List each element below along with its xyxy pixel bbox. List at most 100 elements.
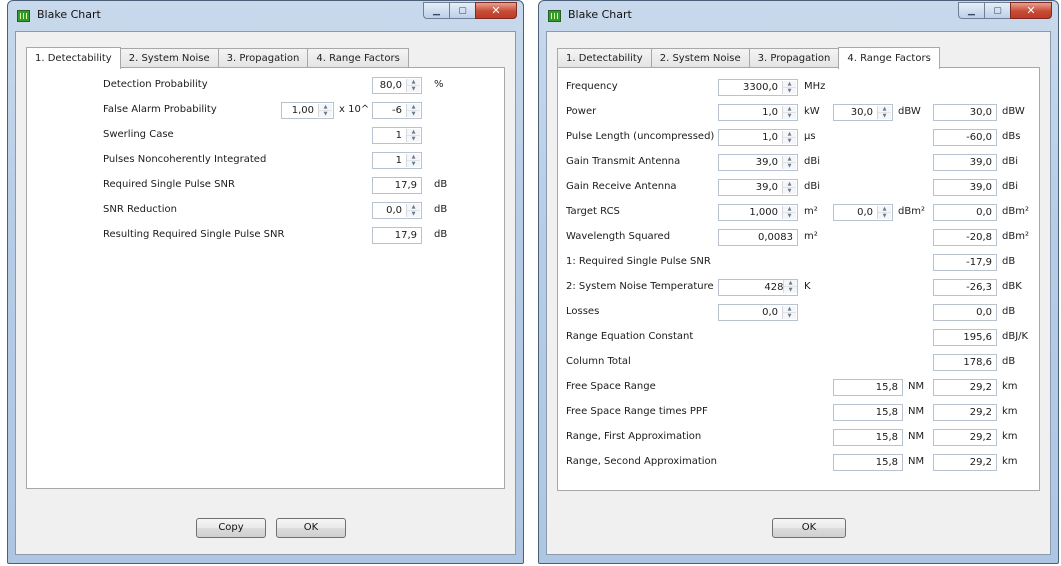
unit-label: km xyxy=(1002,381,1018,392)
close-icon[interactable]: ✕ xyxy=(475,2,517,19)
tab-range-factors[interactable]: 4. Range Factors xyxy=(307,48,409,68)
minimize-icon[interactable]: ▁ xyxy=(958,2,984,19)
unit-label: dBm² xyxy=(898,206,925,217)
spinner-arrows-icon[interactable]: ▲ ▼ xyxy=(406,79,420,92)
swerling-case-field[interactable]: 1 ▲ ▼ xyxy=(372,127,422,144)
spinner-arrows-icon[interactable]: ▲ ▼ xyxy=(782,206,796,219)
false-alarm-mantissa-field[interactable]: 1,00 ▲ ▼ xyxy=(281,102,334,119)
target-rcs-result: 0,0 xyxy=(933,204,997,221)
range-factors-panel: Frequency 3300,0 ▲ ▼ MHz Power 1,0 ▲ ▼ kW 30… xyxy=(557,67,1040,491)
caption-buttons: ▁ ▢ ✕ xyxy=(423,2,517,19)
free-space-range-km: 29,2 xyxy=(933,379,997,396)
spinner-arrows-icon[interactable]: ▲ ▼ xyxy=(782,306,796,319)
caption-buttons: ▁ ▢ ✕ xyxy=(958,2,1052,19)
copy-button[interactable]: Copy xyxy=(196,518,266,538)
ok-button[interactable]: OK xyxy=(276,518,346,538)
maximize-icon[interactable]: ▢ xyxy=(449,2,475,19)
unit-label: dBi xyxy=(804,156,820,167)
unit-label: km xyxy=(1002,456,1018,467)
row-label: Required Single Pulse SNR xyxy=(103,179,235,190)
unit-label: km xyxy=(1002,431,1018,442)
spinner-arrows-icon[interactable]: ▲ ▼ xyxy=(783,280,797,293)
blake-chart-window-range-factors: Blake Chart ▁ ▢ ✕ 1. Detectability 2. Sy… xyxy=(538,0,1059,564)
tab-system-noise[interactable]: 2. System Noise xyxy=(650,48,750,68)
spinner-arrows-icon[interactable]: ▲ ▼ xyxy=(877,206,891,219)
maximize-icon[interactable]: ▢ xyxy=(984,2,1010,19)
title-bar[interactable]: Blake Chart ▁ ▢ ✕ xyxy=(539,1,1058,31)
tab-range-factors[interactable]: 4. Range Factors xyxy=(838,47,940,69)
pulse-length-field[interactable]: 1,0 ▲ ▼ xyxy=(718,129,798,146)
pulses-integrated-field[interactable]: 1 ▲ ▼ xyxy=(372,152,422,169)
range-first-approx-km: 29,2 xyxy=(933,429,997,446)
unit-label: dB xyxy=(434,229,448,240)
unit-label: dB xyxy=(434,204,448,215)
free-space-range-nm: 15,8 xyxy=(833,379,903,396)
row-label: 2: System Noise Temperature xyxy=(566,281,714,292)
unit-label: dBm² xyxy=(1002,206,1029,217)
spinner-arrows-icon[interactable]: ▲ ▼ xyxy=(782,81,796,94)
gain-transmit-field[interactable]: 39,0 ▲ ▼ xyxy=(718,154,798,171)
dialog-client-area: 1. Detectability 2. System Noise 3. Prop… xyxy=(546,31,1051,555)
required-snr-field: 17,9 xyxy=(372,177,422,194)
pulse-length-result: -60,0 xyxy=(933,129,997,146)
row-label: Wavelength Squared xyxy=(566,231,671,242)
row-label: Gain Receive Antenna xyxy=(566,181,677,192)
target-rcs-field[interactable]: 1,000 ▲ ▼ xyxy=(718,204,798,221)
snr-reduction-field[interactable]: 0,0 ▲ ▼ xyxy=(372,202,422,219)
spinner-arrows-icon[interactable]: ▲ ▼ xyxy=(406,154,420,167)
row-label: Free Space Range times PPF xyxy=(566,406,708,417)
resulting-snr-field: 17,9 xyxy=(372,227,422,244)
free-space-range-ppf-km: 29,2 xyxy=(933,404,997,421)
row-label: Detection Probability xyxy=(103,79,208,90)
unit-label: K xyxy=(804,281,811,292)
gain-receive-field[interactable]: 39,0 ▲ ▼ xyxy=(718,179,798,196)
losses-field[interactable]: 0,0 ▲ ▼ xyxy=(718,304,798,321)
unit-label: % xyxy=(434,79,444,90)
row-label: Target RCS xyxy=(566,206,620,217)
unit-label: NM xyxy=(908,381,925,392)
range-second-approx-km: 29,2 xyxy=(933,454,997,471)
tab-detectability[interactable]: 1. Detectability xyxy=(557,48,652,68)
tab-strip: 1. Detectability 2. System Noise 3. Prop… xyxy=(557,46,940,69)
unit-label: NM xyxy=(908,456,925,467)
tab-propagation[interactable]: 3. Propagation xyxy=(748,48,840,68)
row-label: Gain Transmit Antenna xyxy=(566,156,681,167)
power-field[interactable]: 1,0 ▲ ▼ xyxy=(718,104,798,121)
minimize-icon[interactable]: ▁ xyxy=(423,2,449,19)
wavelength-squared-field: 0,0083 xyxy=(718,229,798,246)
ok-button[interactable]: OK xyxy=(772,518,846,538)
row-label: Losses xyxy=(566,306,600,317)
frequency-field[interactable]: 3300,0 ▲ ▼ xyxy=(718,79,798,96)
unit-label: km xyxy=(1002,406,1018,417)
tab-system-noise[interactable]: 2. System Noise xyxy=(119,48,219,68)
unit-label: m² xyxy=(804,206,818,217)
spinner-arrows-icon[interactable]: ▲ ▼ xyxy=(406,204,420,217)
unit-label: m² xyxy=(804,231,818,242)
spinner-arrows-icon[interactable]: ▲ ▼ xyxy=(782,131,796,144)
unit-label: dB xyxy=(1002,256,1016,267)
close-icon[interactable]: ✕ xyxy=(1010,2,1052,19)
title-bar[interactable]: Blake Chart ▁ ▢ ✕ xyxy=(8,1,523,31)
row-label: SNR Reduction xyxy=(103,204,177,215)
tab-detectability[interactable]: 1. Detectability xyxy=(26,47,121,69)
detection-probability-field[interactable]: 80,0 ▲ ▼ xyxy=(372,77,422,94)
unit-label: µs xyxy=(804,131,816,142)
unit-label: dB xyxy=(1002,306,1016,317)
spinner-arrows-icon[interactable]: ▲ ▼ xyxy=(782,181,796,194)
window-title: Blake Chart xyxy=(37,8,101,21)
spinner-arrows-icon[interactable]: ▲ ▼ xyxy=(318,104,332,117)
false-alarm-exponent-field[interactable]: -6 ▲ ▼ xyxy=(372,102,422,119)
range-second-approx-nm: 15,8 xyxy=(833,454,903,471)
spinner-arrows-icon[interactable]: ▲ ▼ xyxy=(782,106,796,119)
power-dbw-field[interactable]: 30,0 ▲ ▼ xyxy=(833,104,893,121)
window-title: Blake Chart xyxy=(568,8,632,21)
blake-chart-window-detectability: Blake Chart ▁ ▢ ✕ 1. Detectability 2. Sy… xyxy=(7,0,524,564)
target-rcs-dbsm-field[interactable]: 0,0 ▲ ▼ xyxy=(833,204,893,221)
unit-label: MHz xyxy=(804,81,826,92)
spinner-arrows-icon[interactable]: ▲ ▼ xyxy=(406,104,420,117)
spinner-arrows-icon[interactable]: ▲ ▼ xyxy=(406,129,420,142)
tab-propagation[interactable]: 3. Propagation xyxy=(217,48,309,68)
wavelength-squared-result: -20,8 xyxy=(933,229,997,246)
spinner-arrows-icon[interactable]: ▲ ▼ xyxy=(782,156,796,169)
spinner-arrows-icon[interactable]: ▲ ▼ xyxy=(877,106,891,119)
